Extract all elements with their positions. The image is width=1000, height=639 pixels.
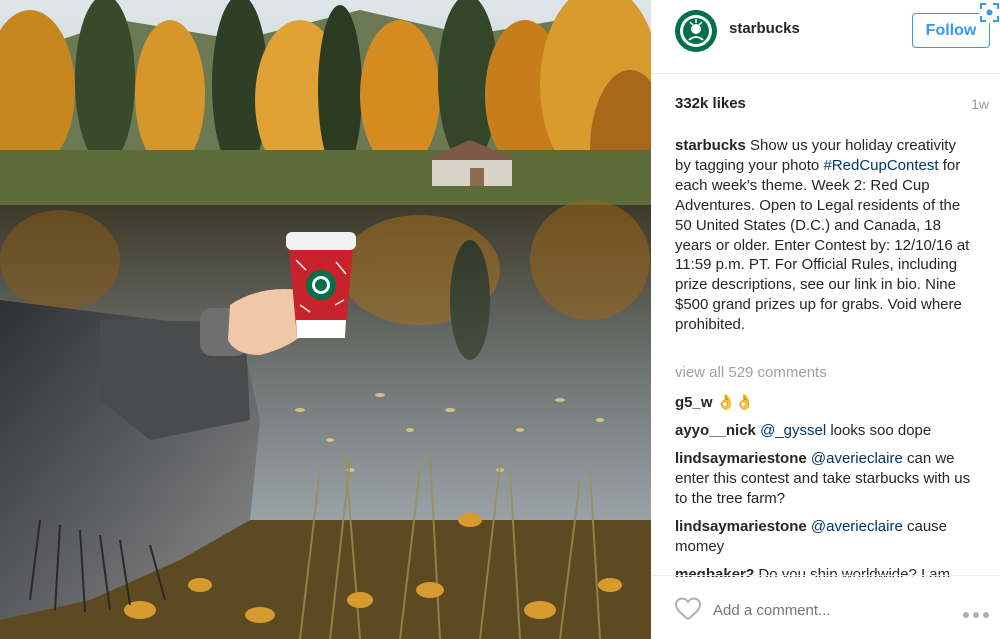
comment-mention[interactable]: @averieclaire bbox=[811, 518, 903, 535]
caption-text-after: for each week’s theme. Week 2: Red Cup A… bbox=[675, 156, 970, 334]
autumn-lake-illustration bbox=[0, 0, 651, 639]
post-side-panel: starbucks Follow 332k likes 1w starbucks… bbox=[651, 0, 1000, 639]
more-options-icon[interactable] bbox=[962, 606, 990, 618]
view-all-comments-link[interactable]: view all 529 comments bbox=[675, 363, 980, 383]
comment-mention[interactable]: @_gyssel bbox=[760, 422, 826, 439]
post-header: starbucks Follow bbox=[651, 0, 1000, 74]
comment-bar bbox=[651, 575, 1000, 639]
comment-item: g5_w 👌👌 bbox=[675, 392, 980, 413]
heart-icon[interactable] bbox=[674, 597, 702, 621]
red-cup bbox=[286, 232, 356, 338]
comment-username[interactable]: ayyo__nick bbox=[675, 422, 756, 439]
post-caption: starbucks Show us your holiday creativit… bbox=[675, 136, 975, 335]
comments-list: view all 529 comments g5_w 👌👌 ayyo__nick… bbox=[675, 363, 980, 577]
comment-username[interactable]: lindsaymariestone bbox=[675, 450, 807, 467]
caption-hashtag[interactable]: #RedCupContest bbox=[823, 157, 938, 174]
comment-item: lindsaymariestone @averieclaire cause mo… bbox=[675, 517, 980, 557]
likes-count[interactable]: 332k likes bbox=[675, 95, 746, 112]
comment-text: looks soo dope bbox=[830, 422, 932, 439]
caption-username[interactable]: starbucks bbox=[675, 137, 746, 154]
ok-hand-emoji: 👌👌 bbox=[716, 393, 755, 411]
comment-item: lindsaymariestone @averieclaire can we e… bbox=[675, 449, 980, 509]
post-photo[interactable] bbox=[0, 0, 651, 639]
starbucks-logo-icon[interactable] bbox=[675, 10, 717, 52]
add-comment-input[interactable] bbox=[713, 600, 933, 620]
comment-mention[interactable]: @averieclaire bbox=[811, 450, 903, 467]
comment-username[interactable]: g5_w bbox=[675, 394, 713, 411]
comment-item: ayyo__nick @_gyssel looks soo dope bbox=[675, 421, 980, 441]
scan-icon[interactable] bbox=[979, 2, 1000, 23]
post-timestamp[interactable]: 1w bbox=[971, 96, 989, 112]
comment-username[interactable]: lindsaymariestone bbox=[675, 518, 807, 535]
likes-row: 332k likes 1w bbox=[675, 95, 989, 115]
post-username[interactable]: starbucks bbox=[729, 20, 800, 37]
